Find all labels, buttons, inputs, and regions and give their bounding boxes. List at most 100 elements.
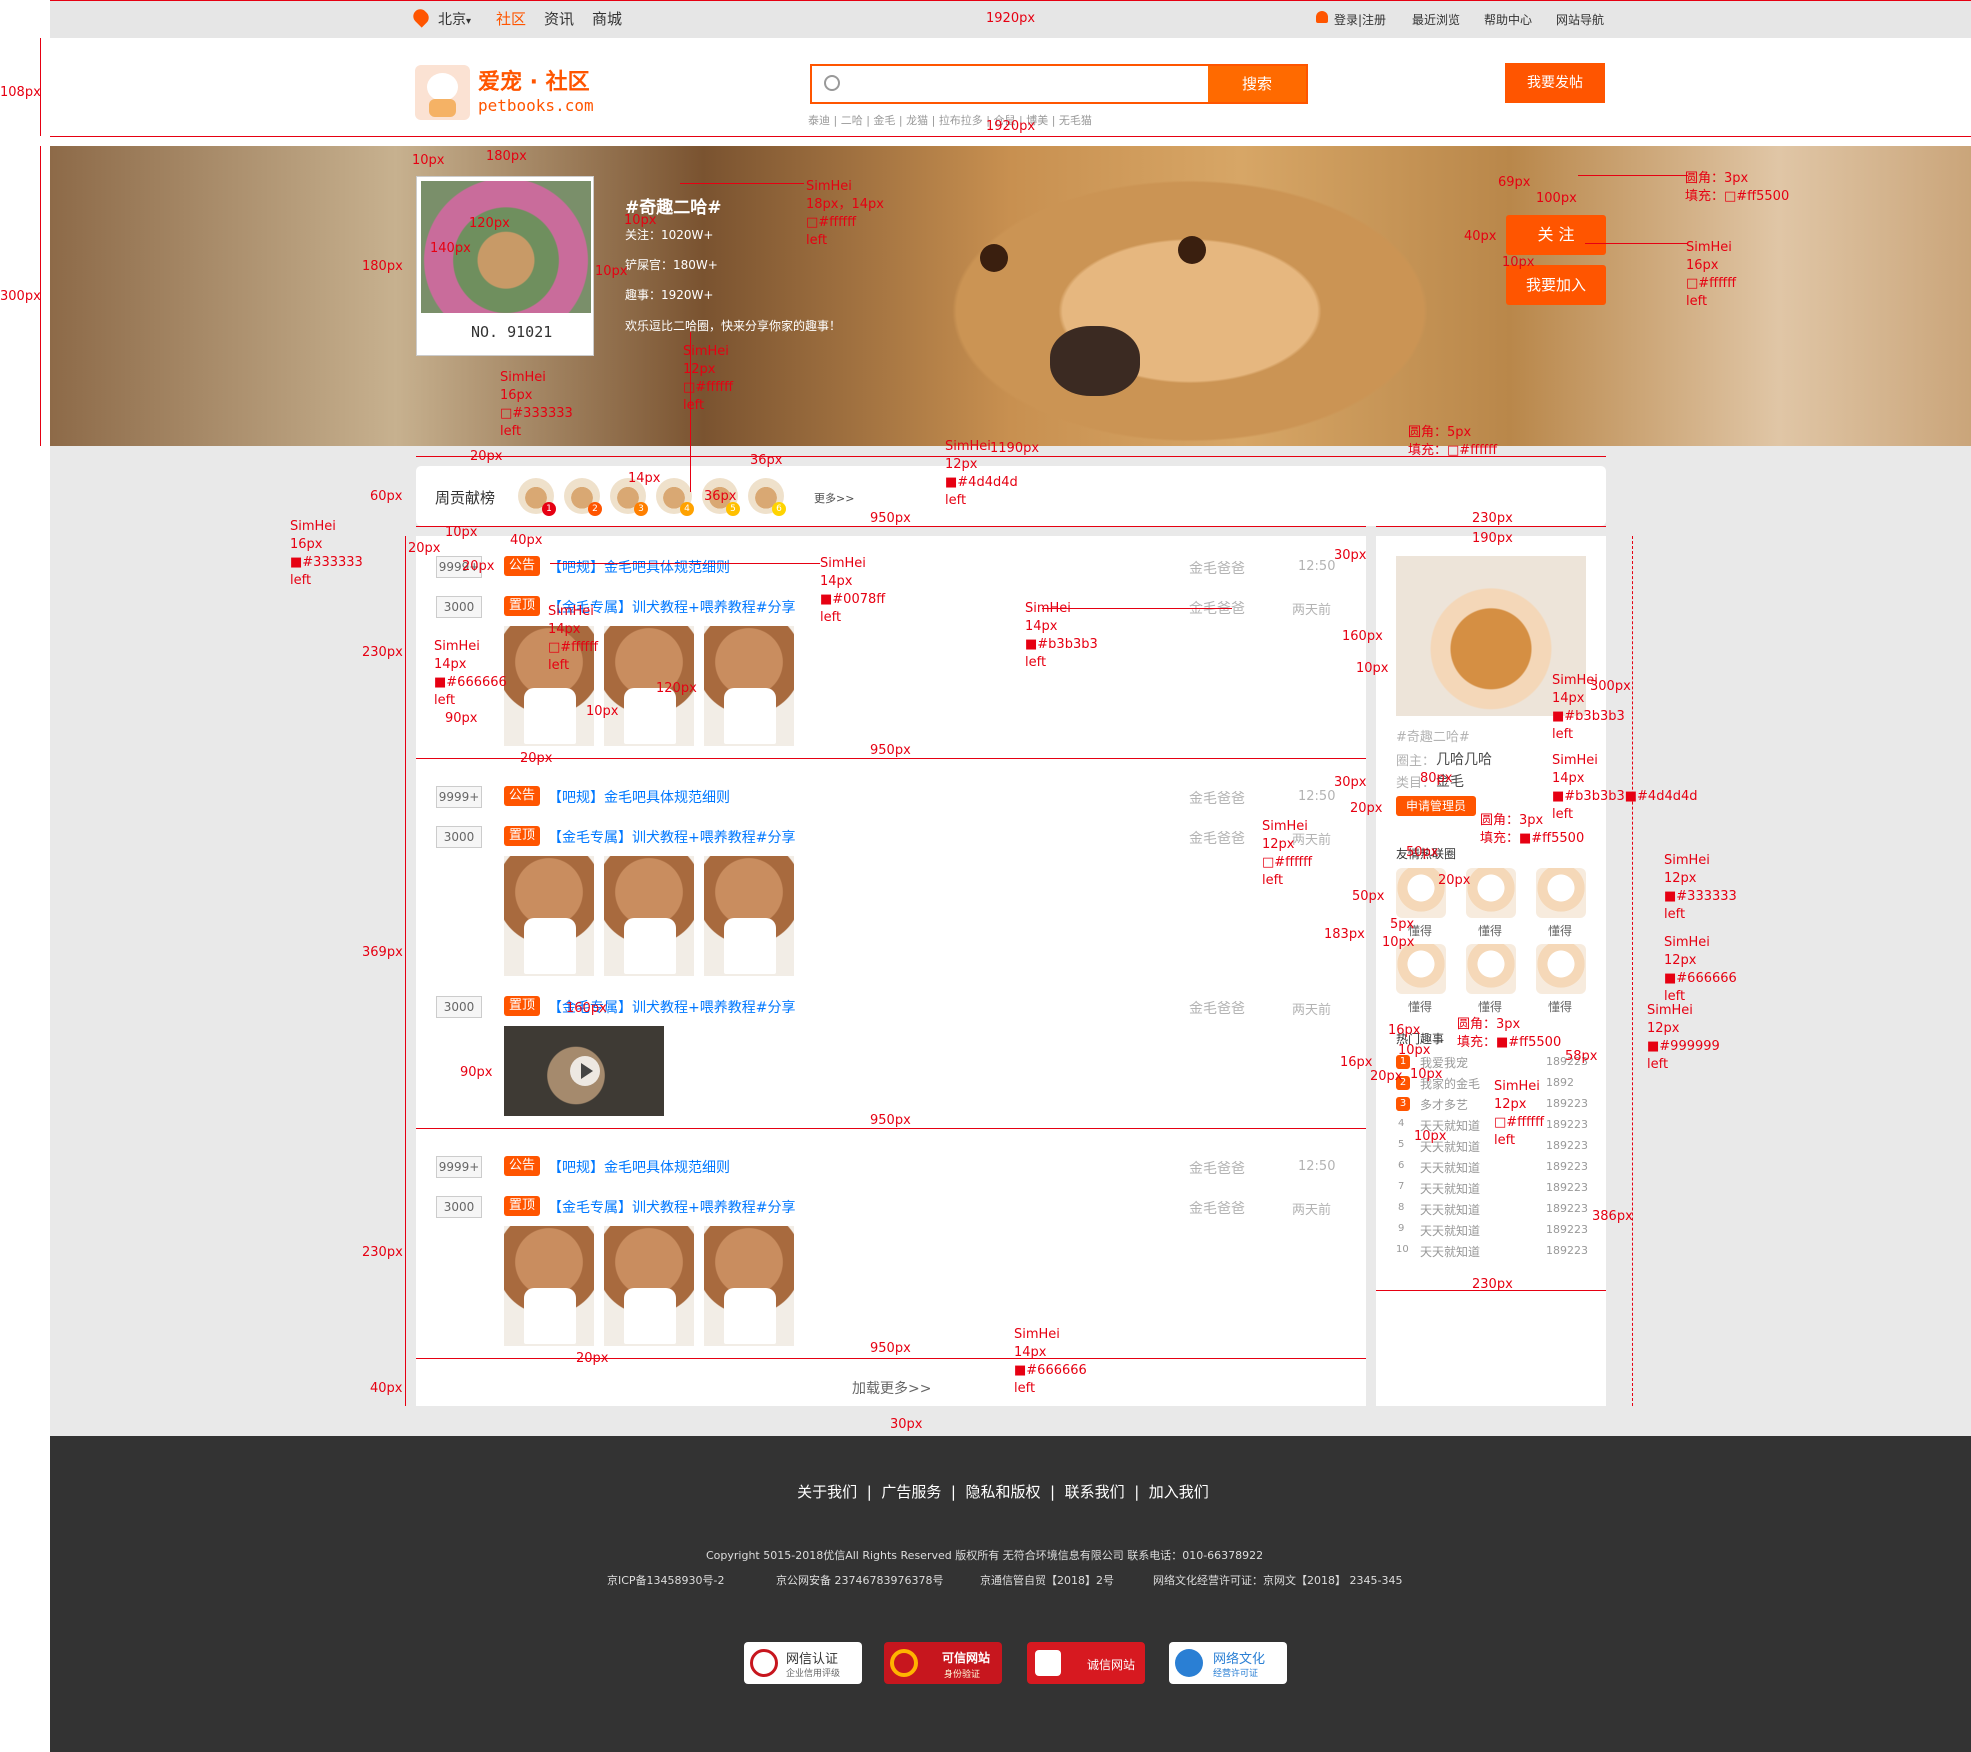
- recent-browse-link[interactable]: 最近浏览: [1412, 11, 1460, 28]
- post-image-thumbnail[interactable]: [504, 1226, 594, 1346]
- post-title[interactable]: 【吧规】金毛吧具体规范细则: [548, 557, 730, 577]
- nav-mall[interactable]: 商城: [592, 8, 622, 29]
- post-author[interactable]: 金毛爸爸: [1189, 828, 1245, 848]
- post-image-thumbnail[interactable]: [704, 856, 794, 976]
- dimension-label: 20px: [1350, 801, 1383, 816]
- footer-link-ads[interactable]: 广告服务: [881, 1483, 941, 1501]
- rank-number: 6: [1398, 1160, 1405, 1171]
- search-input[interactable]: [852, 70, 1192, 98]
- hot-tag[interactable]: 无毛猫: [1059, 114, 1092, 127]
- seal-icon: [750, 1649, 778, 1677]
- story-name: 天天就知道: [1420, 1224, 1481, 1238]
- follow-button[interactable]: 关 注: [1506, 215, 1606, 255]
- help-center-link[interactable]: 帮助中心: [1484, 11, 1532, 28]
- friend-circle[interactable]: 懂得: [1466, 868, 1516, 938]
- pinned-tag: 置顶: [504, 596, 540, 616]
- rank-number: 4: [1398, 1118, 1405, 1129]
- hot-story-item[interactable]: 3 多才多艺 189223: [1396, 1094, 1588, 1114]
- apply-admin-button[interactable]: 申请管理员: [1396, 796, 1476, 816]
- story-count: 189223: [1546, 1139, 1588, 1152]
- story-count: 1892: [1546, 1076, 1574, 1089]
- ranking-more-link[interactable]: 更多>>: [814, 490, 854, 506]
- reply-count-badge: 3000: [436, 596, 482, 618]
- post-author[interactable]: 金毛爸爸: [1189, 998, 1245, 1018]
- footer-link-contact[interactable]: 联系我们: [1065, 1483, 1125, 1501]
- footer-links: 关于我们 | 广告服务 | 隐私和版权 | 联系我们 | 加入我们: [797, 1483, 1209, 1501]
- owner-name[interactable]: 几哈几哈: [1436, 749, 1492, 769]
- hot-tag[interactable]: 二哈: [841, 114, 863, 127]
- friend-name: 懂得: [1408, 1000, 1433, 1014]
- post-title[interactable]: 【吧规】金毛吧具体规范细则: [548, 787, 730, 807]
- post-author[interactable]: 金毛爸爸: [1189, 558, 1245, 578]
- dog-nose: [1050, 326, 1140, 396]
- dimension-label: 950px: [870, 1113, 911, 1128]
- left-margin-strip: [0, 0, 50, 1752]
- search-button[interactable]: 搜索: [1208, 66, 1306, 102]
- post-time: 12:50: [1298, 1159, 1336, 1174]
- rank-badge: 2: [588, 502, 602, 516]
- site-nav-link[interactable]: 网站导航: [1556, 11, 1604, 28]
- friend-circle[interactable]: 懂得: [1466, 944, 1516, 1014]
- load-more-link[interactable]: 加载更多>>: [852, 1378, 931, 1398]
- hot-tag[interactable]: 泰迪: [808, 114, 830, 127]
- hot-story-item[interactable]: 7 天天就知道 189223: [1396, 1178, 1588, 1198]
- dimension-label: 190px: [1472, 531, 1513, 546]
- hot-story-item[interactable]: 9 天天就知道 189223: [1396, 1220, 1588, 1240]
- post-image-thumbnail[interactable]: [604, 856, 694, 976]
- dimension-label: 20px: [470, 449, 503, 464]
- post-title[interactable]: 【金毛专属】训犬教程+喂养教程#分享: [548, 1197, 795, 1217]
- cert-badge-wangxin[interactable]: 网信认证 企业信用评级: [744, 1642, 862, 1684]
- story-name: 多才多艺: [1420, 1098, 1469, 1112]
- post-author[interactable]: 金毛爸爸: [1189, 788, 1245, 808]
- hot-story-item[interactable]: 6 天天就知道 189223: [1396, 1157, 1588, 1177]
- friend-circle[interactable]: 懂得: [1536, 944, 1586, 1014]
- pinned-tag: 置顶: [504, 996, 540, 1016]
- badge-subtitle: 企业信用评级: [786, 1669, 841, 1679]
- typography-note: SimHei 16px □#333333 left: [500, 370, 573, 439]
- post-title[interactable]: 【吧规】金毛吧具体规范细则: [548, 1157, 730, 1177]
- dimension-label: 80px: [1420, 771, 1453, 786]
- post-button[interactable]: 我要发帖: [1505, 63, 1605, 103]
- footer-link-about[interactable]: 关于我们: [797, 1483, 857, 1501]
- cert-badge-integrity[interactable]: 诚信网站: [1027, 1642, 1145, 1684]
- cert-badge-culture[interactable]: 网络文化 经营许可证: [1169, 1642, 1287, 1684]
- contributor-avatar[interactable]: 2: [564, 478, 602, 516]
- dimension-label: 36px: [750, 453, 783, 468]
- post-time: 两天前: [1292, 1203, 1332, 1218]
- contributor-avatar[interactable]: 6: [748, 478, 786, 516]
- badge-subtitle: 身份验证: [944, 1670, 981, 1680]
- contributor-avatar[interactable]: 4: [656, 478, 694, 516]
- hot-tag[interactable]: 龙猫: [906, 114, 928, 127]
- style-note: 圆角：3px 填充：■#ff5500: [1480, 813, 1585, 846]
- post-author[interactable]: 金毛爸爸: [1189, 1158, 1245, 1178]
- post-image-thumbnail[interactable]: [504, 856, 594, 976]
- sidebar-topic: #奇趣二哈#: [1396, 730, 1470, 745]
- xin-icon: [1035, 1650, 1061, 1676]
- post-author[interactable]: 金毛爸爸: [1189, 1198, 1245, 1218]
- friend-circle[interactable]: 懂得: [1396, 944, 1446, 1014]
- cert-badge-trusted[interactable]: 可信网站 身份验证: [884, 1642, 1002, 1684]
- dimension-label: 180px: [486, 149, 527, 164]
- post-title[interactable]: 【金毛专属】训犬教程+喂养教程#分享: [548, 827, 795, 847]
- post-image-thumbnail[interactable]: [704, 626, 794, 746]
- pinned-tag: 置顶: [504, 1196, 540, 1216]
- dimension-label: 1920px: [986, 119, 1036, 134]
- dimension-label: 30px: [890, 1417, 923, 1432]
- contributor-avatar[interactable]: 1: [518, 478, 556, 516]
- hot-tag[interactable]: 拉布拉多: [939, 114, 983, 127]
- post-image-thumbnail[interactable]: [604, 1226, 694, 1346]
- friend-circle[interactable]: 懂得: [1536, 868, 1586, 938]
- hot-tag[interactable]: 金毛: [873, 114, 895, 127]
- footer-link-privacy[interactable]: 隐私和版权: [965, 1483, 1040, 1501]
- hot-story-item[interactable]: 8 天天就知道 189223: [1396, 1199, 1588, 1219]
- post-video-thumbnail[interactable]: [504, 1026, 664, 1116]
- nav-news[interactable]: 资讯: [544, 8, 574, 29]
- city-selector[interactable]: 北京▾: [438, 9, 471, 29]
- login-register-link[interactable]: 登录|注册: [1334, 11, 1386, 28]
- nav-community[interactable]: 社区: [496, 8, 526, 29]
- dimension-label: 10px: [412, 153, 445, 168]
- rank-badge: 4: [680, 502, 694, 516]
- footer-link-join[interactable]: 加入我们: [1149, 1483, 1209, 1501]
- post-image-thumbnail[interactable]: [704, 1226, 794, 1346]
- hot-story-item[interactable]: 10 天天就知道 189223: [1396, 1241, 1588, 1261]
